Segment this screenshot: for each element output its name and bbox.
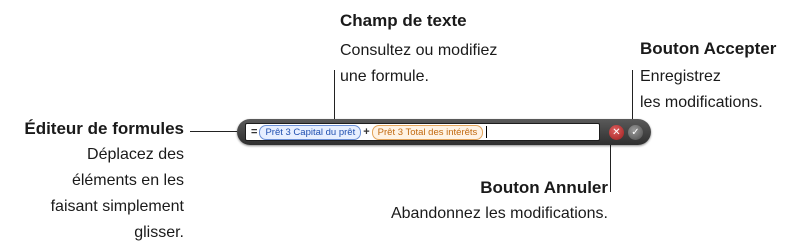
- accept-button-callout-line2: les modifications.: [640, 94, 763, 111]
- cancel-button-callout-title: Bouton Annuler: [480, 178, 608, 197]
- cancel-button-leader-line: [610, 142, 611, 192]
- text-field-callout-line2: une formule.: [340, 68, 429, 85]
- cancel-button-callout-line1: Abandonnez les modifications.: [390, 205, 608, 222]
- formula-editor[interactable]: = Prêt 3 Capital du prêt + Prêt 3 Total …: [237, 119, 651, 145]
- formula-editor-callout-line3: faisant simplement: [50, 198, 184, 215]
- text-caret: [486, 126, 488, 138]
- formula-editor-callout: Éditeur de formules Déplacez des élément…: [24, 118, 184, 246]
- formula-editor-callout-line2: éléments en les: [71, 172, 184, 189]
- formula-token-capital[interactable]: Prêt 3 Capital du prêt: [259, 124, 362, 140]
- text-field-callout-title: Champ de texte: [340, 11, 467, 30]
- checkmark-icon: ✓: [631, 126, 640, 138]
- plus-operator: +: [363, 126, 370, 138]
- accept-button-leader-line: [632, 70, 633, 122]
- text-field-callout-line1: Consultez ou modifiez: [340, 42, 498, 59]
- formula-editor-callout-line4: glisser.: [134, 224, 184, 241]
- accept-button-callout-line1: Enregistrez: [640, 68, 721, 85]
- x-icon: ✕: [612, 126, 621, 138]
- equals-operator: =: [251, 126, 258, 138]
- formula-editor-leader-line: [190, 131, 237, 132]
- cancel-button-callout: Bouton Annuler Abandonnez les modificati…: [391, 177, 608, 227]
- formula-editor-callout-line1: Déplacez des: [87, 146, 184, 163]
- accept-button-callout: Bouton Accepter Enregistrez les modifica…: [640, 38, 776, 116]
- formula-editor-callout-title: Éditeur de formules: [24, 119, 184, 138]
- formula-text-field[interactable]: = Prêt 3 Capital du prêt + Prêt 3 Total …: [245, 123, 600, 141]
- accept-button-callout-title: Bouton Accepter: [640, 39, 777, 58]
- accept-button[interactable]: ✓: [628, 125, 643, 140]
- text-field-leader-line: [334, 70, 335, 120]
- text-field-callout: Champ de texte Consultez ou modifiez une…: [340, 10, 497, 90]
- formula-token-interests[interactable]: Prêt 3 Total des intérêts: [371, 124, 484, 140]
- cancel-button[interactable]: ✕: [609, 125, 624, 140]
